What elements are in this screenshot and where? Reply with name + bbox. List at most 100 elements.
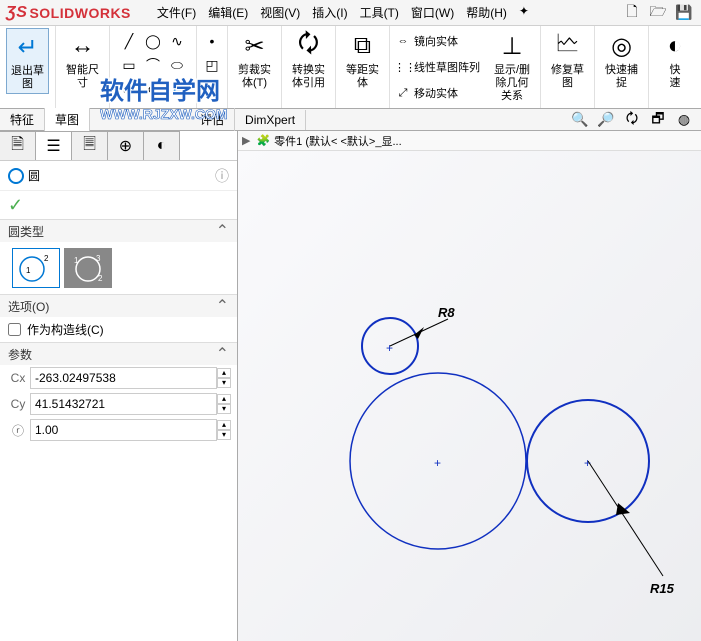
quick-icon: ◐	[659, 30, 691, 62]
line-tool-icon[interactable]: ╱	[118, 30, 140, 52]
mirror-button[interactable]: ⇔镜向实体	[394, 33, 480, 49]
spin-down-icon[interactable]: ▾	[217, 378, 231, 388]
spin-up-icon[interactable]: ▴	[217, 394, 231, 404]
menu-tools[interactable]: 工具(T)	[360, 4, 399, 21]
config-manager-tab[interactable]: 🗏	[72, 131, 108, 160]
expand-tree-icon[interactable]: ▶	[242, 134, 250, 147]
menu-file[interactable]: 文件(F)	[157, 4, 196, 21]
param-cx-input[interactable]	[30, 367, 217, 389]
offset-button[interactable]: ⧉ 等距实 体	[342, 28, 383, 92]
param-r-input[interactable]	[30, 419, 217, 441]
trim-button[interactable]: ✂ 剪裁实 体(T)	[234, 28, 275, 92]
plane-tool-icon[interactable]: ◰	[201, 54, 223, 76]
offset-label: 等距实 体	[346, 64, 379, 90]
property-manager-tab[interactable]: ☰	[36, 131, 72, 160]
perimeter-circle-option[interactable]: 132	[64, 248, 112, 288]
menu-edit[interactable]: 编辑(E)	[208, 4, 248, 21]
dimension-text-r15[interactable]: R15	[650, 581, 675, 596]
construction-line-checkbox[interactable]	[8, 323, 21, 336]
graphics-area[interactable]: ▶ 🧩 零件1 (默认< <默认>_显... + + + R8 R15	[238, 131, 701, 641]
smart-dimension-icon: ↔	[67, 30, 99, 62]
quick-snap-button[interactable]: ◎ 快速捕 捉	[601, 28, 642, 92]
display-manager-tab[interactable]: ◐	[144, 131, 180, 160]
center-circle-option[interactable]: 21	[12, 248, 60, 288]
help-icon[interactable]: ⓘ	[215, 166, 229, 186]
quick-label: 快 速	[670, 64, 681, 90]
smart-dimension-button[interactable]: ↔ 智能尺 寸	[62, 28, 103, 92]
point-tool-icon[interactable]: •	[201, 30, 223, 52]
display-delete-relations-button[interactable]: ⊥ 显示/删 除几何 关系	[490, 28, 534, 105]
spin-down-icon[interactable]: ▾	[217, 430, 231, 440]
quick-access-toolbar: 🗋 🗁 💾	[619, 2, 701, 24]
title-bar: ƷS SOLIDWORKS 文件(F) 编辑(E) 视图(V) 插入(I) 工具…	[0, 0, 701, 26]
dimension-line-r15[interactable]	[588, 461, 663, 576]
display-style-icon[interactable]: ◍	[673, 109, 695, 131]
construction-line-option[interactable]: 作为构造线(C)	[0, 317, 237, 342]
logo-text: SOLIDWORKS	[29, 5, 130, 21]
circle-tool-icon[interactable]: ◯	[142, 30, 164, 52]
tab-evaluate[interactable]: 评估	[190, 108, 235, 131]
svg-text:2: 2	[44, 254, 49, 263]
repair-sketch-button[interactable]: 🗠 修复草 图	[547, 28, 588, 92]
rotate-icon[interactable]: 🗘	[621, 109, 643, 131]
sketch-canvas[interactable]: + + + R8 R15	[238, 151, 701, 641]
fillet-tool-icon[interactable]: ⌐	[201, 78, 223, 100]
open-doc-icon[interactable]: 🗁	[647, 2, 669, 24]
menu-window[interactable]: 窗口(W)	[411, 4, 454, 21]
linear-pattern-button[interactable]: ⋮⋮线性草图阵列	[394, 59, 480, 75]
circle-type-options: 21 132	[12, 248, 225, 288]
smart-dimension-label: 智能尺 寸	[66, 64, 99, 90]
exit-sketch-button[interactable]: ↵ 退出草 图	[6, 28, 49, 94]
spline-tool-icon[interactable]: ∿	[166, 30, 188, 52]
param-r-row: ⓡ ▴▾	[0, 417, 237, 443]
circle-tool-header-icon	[8, 168, 24, 184]
feature-manager-tab[interactable]: 🗎	[0, 131, 36, 160]
text-tool-icon[interactable]: A	[166, 78, 188, 100]
move-button[interactable]: ⤢移动实体	[394, 85, 480, 101]
part-icon: 🧩	[256, 134, 270, 147]
arc-tool-icon[interactable]: ⌒	[142, 54, 164, 76]
property-manager: 🗎 ☰ 🗏 ⊕ ◐ 圆 ⓘ ✓ 圆类型 ⌃ 21	[0, 131, 238, 641]
svg-text:1: 1	[74, 256, 79, 265]
chevron-up-icon: ⌃	[216, 344, 229, 364]
dim-manager-tab[interactable]: ⊕	[108, 131, 144, 160]
mirror-icon: ⇔	[394, 35, 412, 47]
dimension-text-r8[interactable]: R8	[438, 305, 455, 320]
quick-button[interactable]: ◐ 快 速	[655, 28, 695, 92]
linear-pattern-icon: ⋮⋮	[394, 61, 412, 74]
slot-tool-icon[interactable]: ⊂	[142, 78, 164, 100]
menu-insert[interactable]: 插入(I)	[312, 4, 347, 21]
ok-check-icon[interactable]: ✓	[8, 195, 23, 216]
menu-help[interactable]: 帮助(H)	[466, 4, 507, 21]
section-header-params[interactable]: 参数 ⌃	[0, 343, 237, 365]
section-options: 选项(O) ⌃ 作为构造线(C)	[0, 294, 237, 342]
new-doc-icon[interactable]: 🗋	[621, 2, 643, 24]
menu-star-icon[interactable]: ✦	[519, 4, 529, 21]
menu-view[interactable]: 视图(V)	[260, 4, 300, 21]
tab-sketch[interactable]: 草图	[45, 108, 90, 131]
ellipse-tool-icon[interactable]: ⬭	[166, 54, 188, 76]
spin-down-icon[interactable]: ▾	[217, 404, 231, 414]
zoom-fit-icon[interactable]: 🔍	[569, 109, 591, 131]
tab-feature[interactable]: 特征	[0, 108, 45, 131]
convert-button[interactable]: 🗘 转换实 体引用	[288, 28, 329, 92]
manager-tabs: 🗎 ☰ 🗏 ⊕ ◐	[0, 131, 237, 161]
offset-icon: ⧉	[347, 30, 379, 62]
spin-up-icon[interactable]: ▴	[217, 420, 231, 430]
breadcrumb-bar: ▶ 🧩 零件1 (默认< <默认>_显...	[238, 131, 701, 151]
section-header-type[interactable]: 圆类型 ⌃	[0, 220, 237, 242]
tab-dimxpert[interactable]: DimXpert	[235, 110, 306, 130]
section-header-options[interactable]: 选项(O) ⌃	[0, 295, 237, 317]
document-name[interactable]: 零件1 (默认< <默认>_显...	[274, 133, 401, 149]
section-view-icon[interactable]: 🗗	[647, 109, 669, 131]
zoom-window-icon[interactable]: 🔎	[595, 109, 617, 131]
ribbon-group-quick: ◐ 快 速	[649, 26, 701, 108]
app-logo: ƷS SOLIDWORKS	[6, 4, 131, 22]
polygon-tool-icon[interactable]: ⬡	[118, 78, 140, 100]
ribbon-group-relations: ⊥ 显示/删 除几何 关系	[484, 26, 541, 108]
save-icon[interactable]: 💾	[673, 2, 695, 24]
rectangle-tool-icon[interactable]: ▭	[118, 54, 140, 76]
param-cy-input[interactable]	[30, 393, 217, 415]
spin-up-icon[interactable]: ▴	[217, 368, 231, 378]
ribbon-group-edit: • ◰ ⌐	[197, 26, 228, 108]
